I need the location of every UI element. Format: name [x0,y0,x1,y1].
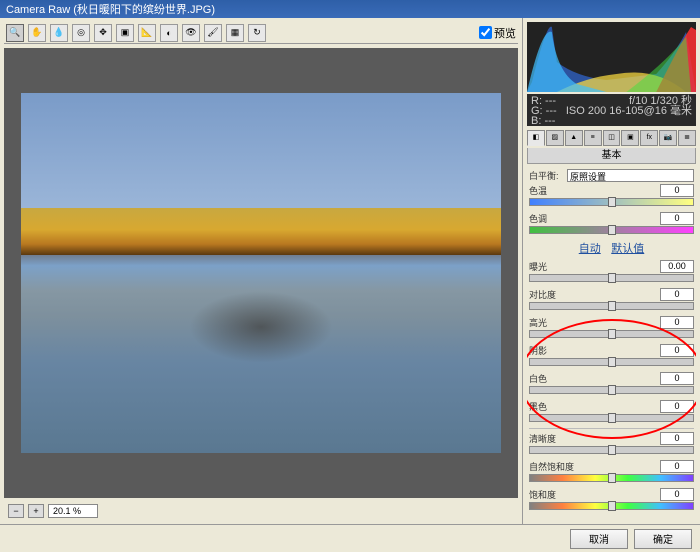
straighten-tool-icon[interactable]: 📐 [138,24,156,42]
histogram [527,22,696,92]
exposure-value[interactable]: 0.00 [660,260,694,273]
right-panel: R: --- G: --- B: --- f/10 1/320 秒 ISO 20… [522,18,700,524]
blacks-slider[interactable] [529,414,694,422]
auto-link[interactable]: 自动 [579,243,601,255]
saturation-value[interactable]: 0 [660,488,694,501]
blacks-value[interactable]: 0 [660,400,694,413]
dialog-footer: 取消 确定 [0,524,700,552]
shadows-label: 阴影 [529,344,547,357]
basic-panel: 白平衡: 原照设置 色温 0 色调 0 自动 默认值 曝光 0.00 [527,164,696,520]
image-canvas [21,93,501,453]
shadows-value[interactable]: 0 [660,344,694,357]
preview-area[interactable] [4,48,518,498]
ok-button[interactable]: 确定 [634,529,692,549]
zoom-tool-icon[interactable]: 🔍 [6,24,24,42]
zoom-in-button[interactable]: + [28,504,44,518]
saturation-slider[interactable] [529,502,694,510]
window-title: Camera Raw (秋日暖阳下的缤纷世界.JPG) [6,1,215,17]
vibrance-label: 自然饱和度 [529,460,574,473]
highlights-slider[interactable] [529,330,694,338]
clarity-value[interactable]: 0 [660,432,694,445]
titlebar: Camera Raw (秋日暖阳下的缤纷世界.JPG) [0,0,700,18]
brush-tool-icon[interactable]: 🖌 [204,24,222,42]
left-panel: 🔍 ✋ 💧 ◎ ✥ ▣ 📐 ◐ 👁 🖌 ▦ ↻ 预览 [0,18,522,524]
default-link[interactable]: 默认值 [611,243,644,255]
tint-value[interactable]: 0 [660,212,694,225]
contrast-value[interactable]: 0 [660,288,694,301]
camera-raw-dialog: Camera Raw (秋日暖阳下的缤纷世界.JPG) 🔍 ✋ 💧 ◎ ✥ ▣ … [0,0,700,513]
tab-detail[interactable]: ▲ [565,130,583,146]
tint-label: 色调 [529,212,547,225]
tab-basic[interactable]: ◧ [527,130,545,146]
exposure-slider[interactable] [529,274,694,282]
sampler-tool-icon[interactable]: ◎ [72,24,90,42]
target-tool-icon[interactable]: ✥ [94,24,112,42]
vibrance-value[interactable]: 0 [660,460,694,473]
tab-split[interactable]: ◫ [603,130,621,146]
zoom-value[interactable]: 20.1 % [48,504,98,518]
contrast-slider[interactable] [529,302,694,310]
highlights-value[interactable]: 0 [660,316,694,329]
preview-toggle[interactable]: 预览 [479,25,516,41]
tab-curve[interactable]: ▨ [546,130,564,146]
temp-label: 色温 [529,184,547,197]
zoom-out-button[interactable]: − [8,504,24,518]
panel-tabs: ◧ ▨ ▲ ≡ ◫ ▣ fx 📷 ≣ [527,130,696,148]
toolbar: 🔍 ✋ 💧 ◎ ✥ ▣ 📐 ◐ 👁 🖌 ▦ ↻ 预览 [4,22,518,44]
zoom-bar: − + 20.1 % [4,502,518,520]
wb-label: 白平衡: [529,169,567,182]
tab-preset[interactable]: ≣ [678,130,696,146]
contrast-label: 对比度 [529,288,556,301]
rotate-tool-icon[interactable]: ↻ [248,24,266,42]
tab-hsl[interactable]: ≡ [584,130,602,146]
whites-value[interactable]: 0 [660,372,694,385]
clarity-label: 清晰度 [529,432,556,445]
spot-tool-icon[interactable]: ◐ [160,24,178,42]
tab-fx[interactable]: fx [640,130,658,146]
tab-cal[interactable]: 📷 [659,130,677,146]
shadows-slider[interactable] [529,358,694,366]
wb-select[interactable]: 原照设置 [567,169,694,182]
blacks-label: 黑色 [529,400,547,413]
temp-value[interactable]: 0 [660,184,694,197]
info-readout: R: --- G: --- B: --- f/10 1/320 秒 ISO 20… [527,94,696,126]
preview-checkbox[interactable] [479,26,492,39]
hand-tool-icon[interactable]: ✋ [28,24,46,42]
saturation-label: 饱和度 [529,488,556,501]
whites-label: 白色 [529,372,547,385]
redeye-tool-icon[interactable]: 👁 [182,24,200,42]
wb-tool-icon[interactable]: 💧 [50,24,68,42]
panel-title: 基本 [527,148,696,164]
whites-slider[interactable] [529,386,694,394]
tab-lens[interactable]: ▣ [621,130,639,146]
cancel-button[interactable]: 取消 [570,529,628,549]
highlights-label: 高光 [529,316,547,329]
grad-tool-icon[interactable]: ▦ [226,24,244,42]
clarity-slider[interactable] [529,446,694,454]
tint-slider[interactable] [529,226,694,234]
exposure-label: 曝光 [529,260,547,273]
vibrance-slider[interactable] [529,474,694,482]
crop-tool-icon[interactable]: ▣ [116,24,134,42]
temp-slider[interactable] [529,198,694,206]
